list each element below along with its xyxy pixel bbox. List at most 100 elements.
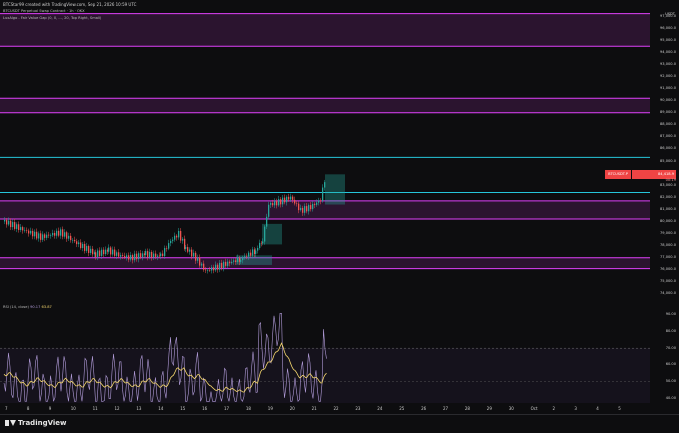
- candle: [118, 252, 120, 257]
- candle: [318, 200, 320, 203]
- candle: [201, 263, 203, 266]
- rsi-legend[interactable]: RSI (14, close) 90.17 63.87: [3, 305, 52, 309]
- candle: [176, 235, 178, 238]
- candle: [180, 230, 182, 241]
- candle: [296, 203, 298, 205]
- candle: [268, 204, 270, 217]
- rsi-tick-label: 90.00: [665, 312, 676, 317]
- price-tick-label: 88,000.0: [659, 122, 676, 127]
- candle: [219, 262, 221, 270]
- candle: [266, 216, 268, 227]
- time-tick-label: 13: [136, 406, 142, 411]
- candle: [38, 233, 40, 239]
- candle: [74, 239, 76, 242]
- candle: [282, 197, 284, 205]
- candle: [66, 232, 68, 239]
- price-tick-label: 90,000.0: [659, 98, 676, 103]
- candle: [147, 251, 149, 258]
- time-tick-label: 3: [574, 406, 577, 411]
- candle: [244, 256, 246, 258]
- rsi-tick-label: 60.00: [665, 362, 676, 367]
- time-tick-label: 28: [464, 406, 470, 411]
- candle: [90, 248, 92, 253]
- time-tick-label: Oct: [530, 406, 538, 411]
- candle: [195, 252, 197, 261]
- candle: [306, 206, 308, 212]
- time-tick-label: 16: [202, 406, 208, 411]
- candle: [149, 251, 151, 258]
- candle: [62, 229, 64, 237]
- candle: [110, 247, 112, 255]
- time-tick-label: 11: [92, 406, 98, 411]
- candle: [274, 200, 276, 206]
- price-tick-label: 96,000.0: [659, 25, 676, 30]
- candle: [209, 270, 211, 271]
- candle: [116, 252, 118, 256]
- candle: [114, 249, 116, 256]
- price-tick-label: 80,000.0: [659, 218, 676, 223]
- rsi-tick-label: 50.00: [665, 378, 676, 383]
- candle: [99, 250, 101, 256]
- price-tick-label: 75,000.0: [659, 279, 676, 284]
- time-tick-label: 5: [618, 406, 621, 411]
- candle: [28, 230, 30, 234]
- candle: [242, 257, 244, 261]
- bullish-fvg-box: [325, 174, 345, 205]
- candle: [259, 242, 261, 249]
- bullish-fvg-box: [236, 255, 272, 265]
- candle: [174, 235, 176, 240]
- tradingview-logo[interactable]: TradingView: [5, 419, 67, 427]
- candle: [290, 196, 292, 200]
- candle: [140, 253, 142, 258]
- candle: [112, 249, 114, 255]
- candle: [97, 250, 99, 257]
- candle: [300, 207, 302, 211]
- candle: [207, 270, 209, 271]
- time-tick-label: 23: [355, 406, 361, 411]
- time-tick-label: 21: [311, 406, 317, 411]
- tradingview-logo-icon: [5, 420, 16, 426]
- candle: [95, 252, 97, 257]
- candle: [32, 230, 34, 237]
- candle: [211, 267, 213, 271]
- rsi-tick-label: 80.00: [665, 329, 676, 334]
- price-tick-label: 81,000.0: [659, 206, 676, 211]
- candle: [64, 232, 66, 237]
- price-tick-label: 93,000.0: [659, 61, 676, 66]
- candle: [280, 199, 282, 205]
- price-tag-countdown: 00:19: [665, 178, 676, 182]
- price-chart[interactable]: [0, 0, 679, 432]
- price-tick-label: 91,000.0: [659, 86, 676, 91]
- candle: [166, 248, 168, 249]
- indicator-legend[interactable]: LuxAlgo - Fair Value Gap (0, 0, ..., 20,…: [3, 16, 101, 20]
- symbol-legend[interactable]: BTCUSDT Perpetual Swap Contract · 1h · O…: [3, 9, 85, 13]
- candle: [82, 243, 84, 249]
- candle: [288, 196, 290, 200]
- candle: [46, 234, 48, 238]
- rsi-label: RSI (14, close): [3, 305, 29, 309]
- candle: [60, 229, 62, 236]
- rsi-ma-value: 63.87: [41, 305, 52, 309]
- candle: [153, 253, 155, 258]
- candle: [235, 260, 237, 263]
- candle: [134, 253, 136, 261]
- candle: [231, 261, 233, 264]
- price-tick-label: 86,000.0: [659, 146, 676, 151]
- candle: [30, 230, 32, 234]
- candle: [8, 220, 10, 225]
- time-tick-label: 29: [486, 406, 492, 411]
- candle: [128, 255, 130, 260]
- price-tick-label: 77,000.0: [659, 255, 676, 260]
- candle: [320, 200, 322, 202]
- candle: [252, 249, 254, 256]
- candle: [54, 232, 56, 236]
- candle: [40, 233, 42, 240]
- time-tick-label: 18: [245, 406, 251, 411]
- time-tick-label: 24: [377, 406, 383, 411]
- candle: [78, 242, 80, 245]
- candle: [310, 205, 312, 210]
- candle: [217, 264, 219, 270]
- candle: [229, 261, 231, 264]
- candle: [36, 231, 38, 239]
- time-tick-label: 8: [26, 406, 30, 411]
